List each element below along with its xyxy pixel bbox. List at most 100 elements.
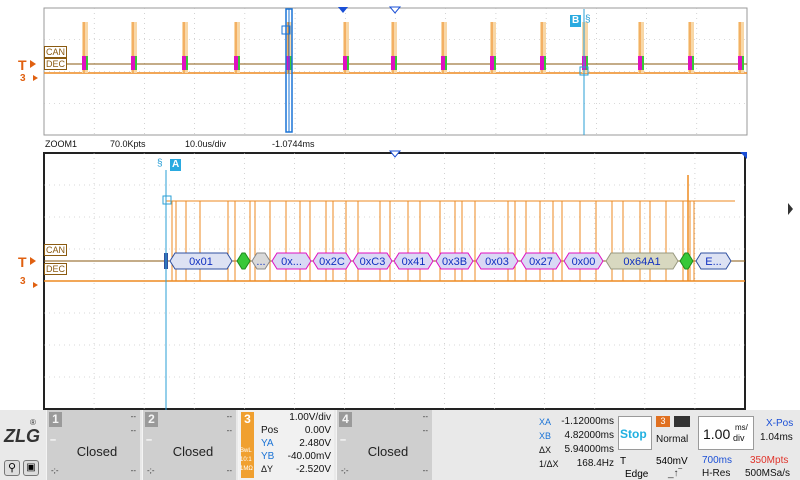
decode-frame-label: 0x27 [529, 256, 553, 268]
channel-3-ya: 2.480V [299, 438, 331, 449]
dx-value: 5.94000ms [564, 444, 614, 455]
trigger-t-icon-zoom: T [18, 254, 27, 270]
overview-frame-end [186, 56, 188, 70]
xa-value: -1.12000ms [561, 416, 614, 427]
overview-frame-end [742, 56, 744, 70]
overview-frame-end [395, 56, 397, 70]
channel-4-foot-right: -- [422, 466, 428, 475]
trigger-source: 3 [656, 416, 670, 427]
trigger-type-label: T [620, 456, 627, 467]
zoom-timebase: 10.0us/div [185, 139, 227, 149]
zoom-search-icon[interactable]: ⚲ [4, 460, 20, 476]
channel-4-scale: -- [422, 412, 428, 421]
overview-frame-start [738, 56, 742, 70]
overview-frame-end [86, 56, 88, 70]
decode-frame-label: 0x03 [485, 256, 509, 268]
channel-3-dy-label: ΔY [261, 464, 274, 474]
channel-1-scale: -- [130, 412, 136, 421]
channel-2-offset: -- [226, 426, 232, 435]
overview-frame-start [441, 56, 445, 70]
overview-trigger-level: 3 [20, 73, 26, 84]
trigger-mode-block[interactable]: 3 Normal [656, 416, 694, 450]
trigger-edge-label: Edge [625, 469, 649, 480]
screen-capture-icon[interactable]: ▣ [23, 460, 39, 476]
record-window: 700ms [702, 455, 733, 466]
channel-3-yb-label: YB [261, 451, 275, 462]
decode-frame-label: 0x3B [442, 256, 467, 268]
zoom-can-label: CAN [44, 244, 68, 256]
waveform-display[interactable]: 0x01... 0x... 0x2C 0xC3 0x41 0x3B 0x03 0x27 0x00… [0, 0, 800, 410]
channel-3-impedance: 1MΩ [240, 466, 253, 472]
inv-dx-label: 1/ΔX [539, 459, 559, 469]
overview-frame-end [135, 56, 137, 70]
rising-edge-icon: _↑‾ [668, 468, 682, 479]
channel-1-panel[interactable]: 1 -- -- – Closed -;- -- [46, 410, 140, 480]
overview-frame-start [540, 56, 544, 70]
overview-frame-start [182, 56, 186, 70]
channel-1-offset: -- [130, 426, 136, 435]
brand-registered: ® [30, 418, 36, 427]
zoom-points: 70.0Kpts [110, 139, 146, 149]
overview-frame-start [638, 56, 642, 70]
overview-frame-end [494, 56, 496, 70]
cursor-a-link-icon[interactable]: § [157, 158, 163, 169]
xpos-value[interactable]: 1.04ms [760, 432, 793, 443]
decode-frame-label: 0x41 [402, 256, 426, 268]
overview-frame-start [82, 56, 86, 70]
channel-3-ratio: 10:1 [240, 457, 252, 463]
cursor-a-letter: A [172, 159, 180, 170]
channel-3-bw: BwL [240, 448, 252, 454]
channel-3-ya-label: YA [261, 438, 274, 449]
overview-can-label: CAN [44, 46, 68, 58]
timebase-unit2: div [733, 433, 745, 443]
channel-2-status: Closed [172, 444, 214, 459]
trigger-level-arrow-icon-zoom[interactable] [30, 257, 36, 265]
zoom-trigger-level: 3 [20, 276, 26, 287]
channel-3-pos: 0.00V [304, 425, 331, 436]
timebase-value: 1.00 [703, 426, 731, 442]
channel-3-offset-arrow-icon-overview[interactable] [33, 75, 38, 81]
inv-dx-value: 168.4Hz [576, 458, 614, 469]
channel-3-panel[interactable]: 3 BwL 10:1 1MΩ 1.00V/div Pos 0.00V YA 2.… [238, 410, 334, 480]
channel-3-offset-arrow-icon[interactable] [33, 282, 38, 288]
overview-frame-start [343, 56, 347, 70]
trigger-level-arrow-icon[interactable] [30, 60, 36, 68]
trigger-menu-icon [674, 416, 690, 427]
channel-2-panel[interactable]: 2 -- -- – Closed -;- -- [142, 410, 236, 480]
channel-4-panel[interactable]: 4 -- -- – Closed -;- -- [336, 410, 432, 480]
zoom-dec-label: DEC [44, 263, 68, 275]
zoom-offset: -1.0744ms [272, 139, 315, 149]
channel-3-scale: 1.00V/div [289, 412, 331, 423]
decode-frame-label: ... [256, 256, 265, 268]
channel-3-yb: -40.00mV [287, 451, 331, 462]
overview-frame-end [445, 56, 447, 70]
decode-frame-label: 0x00 [572, 256, 596, 268]
decode-frame-label: 0x01 [189, 256, 213, 268]
dx-label: ΔX [539, 445, 552, 455]
run-stop-button[interactable]: Stop [618, 416, 652, 450]
trigger-level: 540mV [656, 456, 688, 467]
overview-frame-start [234, 56, 238, 70]
decode-frame-label: E... [705, 256, 722, 268]
xpos-label: X-Pos [766, 418, 794, 429]
channel-1-status: Closed [76, 444, 118, 459]
memory-depth: 350Mpts [750, 455, 789, 466]
channel-4-offset: -- [422, 426, 428, 435]
right-scroll-arrow-icon[interactable] [788, 203, 793, 215]
acquire-mode: H-Res [702, 468, 731, 479]
channel-1-number: 1 [49, 412, 62, 427]
channel-2-scale: -- [226, 412, 232, 421]
xb-value: 4.82000ms [564, 430, 614, 441]
timebase-button[interactable]: 1.00 ms/ div [698, 416, 754, 450]
overview-frame-start [688, 56, 692, 70]
decode-frame-label: 0x... [281, 256, 302, 268]
overview-frame-start [131, 56, 135, 70]
cursor-b-link-icon[interactable]: § [585, 14, 591, 25]
channel-1-foot-left: -;- [51, 466, 59, 475]
decode-frame-label: 0x2C [319, 256, 345, 268]
overview-frame-end [347, 56, 349, 70]
cursor-measurement-panel[interactable]: XA -1.12000ms XB 4.82000ms ΔX 5.94000ms … [536, 414, 616, 478]
overview-frame-end [642, 56, 644, 70]
brand-logo: ZLG [4, 426, 40, 446]
timebase-unit: ms/ [735, 423, 748, 432]
